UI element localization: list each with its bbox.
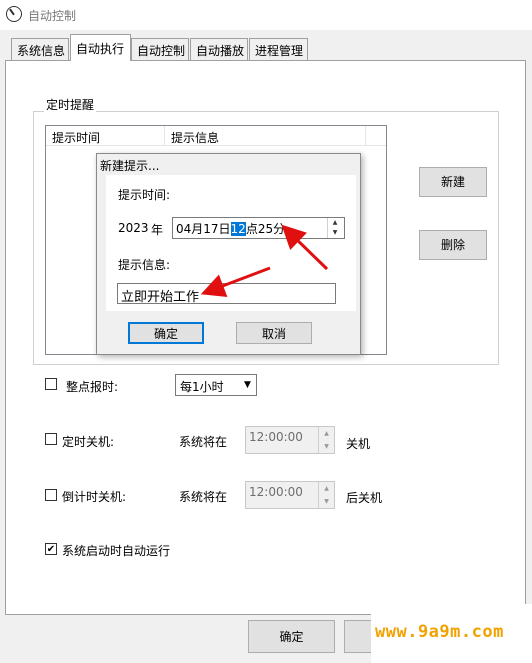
tab-auto-play[interactable]: 自动播放 xyxy=(190,38,248,60)
shutdown-prefix: 系统将在 xyxy=(179,435,228,449)
reminder-group-label: 定时提醒 xyxy=(44,96,97,113)
message-input[interactable]: 立即开始工作 xyxy=(117,283,336,305)
year-unit: 年 xyxy=(151,223,164,237)
shutdown-time-spinner[interactable]: ▲ ▼ xyxy=(318,427,334,453)
shutdown-suffix: 关机 xyxy=(346,437,371,451)
tab-auto-control[interactable]: 自动控制 xyxy=(131,38,189,60)
tab-system-info[interactable]: 系统信息 xyxy=(11,38,69,60)
spin-up-icon[interactable]: ▲ xyxy=(328,218,342,228)
datetime-date-part: 04月17日 xyxy=(176,222,231,236)
dialog-ok-button[interactable]: 确定 xyxy=(128,322,204,344)
countdown-suffix: 后关机 xyxy=(346,491,383,505)
datetime-minute-part: 点25分 xyxy=(245,222,286,236)
countdown-time-spinner[interactable]: ▲ ▼ xyxy=(318,482,334,508)
app-clock-icon xyxy=(6,6,22,22)
spin-down-icon[interactable]: ▼ xyxy=(319,440,334,453)
dialog-message-label: 提示信息: xyxy=(118,258,171,272)
hourly-chime-checkbox[interactable] xyxy=(45,378,57,390)
watermark: www.9a9m.com xyxy=(371,604,532,663)
year-value: 2023 xyxy=(118,221,149,235)
autorun-checkbox[interactable]: ✔ xyxy=(45,543,57,555)
check-mark-icon: ✔ xyxy=(46,544,56,555)
dialog-time-label: 提示时间: xyxy=(118,188,171,202)
spin-up-icon[interactable]: ▲ xyxy=(319,427,334,440)
dropdown-arrow-icon[interactable]: ▼ xyxy=(238,374,257,396)
tab-process-manager[interactable]: 进程管理 xyxy=(249,38,308,60)
spin-down-icon[interactable]: ▼ xyxy=(328,228,342,238)
spin-up-icon[interactable]: ▲ xyxy=(319,482,334,495)
footer-ok-button[interactable]: 确定 xyxy=(248,620,335,653)
column-header-time[interactable]: 提示时间 xyxy=(46,126,165,146)
tab-auto-execute[interactable]: 自动执行 xyxy=(70,34,131,61)
window-title: 自动控制 xyxy=(28,9,77,23)
spin-down-icon[interactable]: ▼ xyxy=(319,495,334,508)
countdown-shutdown-label: 倒计时关机: xyxy=(62,490,127,504)
datetime-hour-selected[interactable]: 12 xyxy=(230,222,246,236)
dialog-title: 新建提示... xyxy=(100,159,160,173)
title-bar xyxy=(0,0,532,30)
delete-button[interactable]: 删除 xyxy=(419,230,487,260)
countdown-prefix: 系统将在 xyxy=(179,490,228,504)
column-header-message[interactable]: 提示信息 xyxy=(165,126,366,146)
scheduled-shutdown-checkbox[interactable] xyxy=(45,433,57,445)
autorun-label: 系统启动时自动运行 xyxy=(62,544,171,558)
datetime-spinner[interactable]: ▲ ▼ xyxy=(327,218,344,238)
datetime-picker[interactable]: 04月17日12点25分 xyxy=(172,217,345,239)
scheduled-shutdown-label: 定时关机: xyxy=(62,435,115,449)
new-button[interactable]: 新建 xyxy=(419,167,487,197)
dialog-cancel-button[interactable]: 取消 xyxy=(236,322,312,344)
hourly-chime-label: 整点报时: xyxy=(66,380,119,394)
countdown-shutdown-checkbox[interactable] xyxy=(45,489,57,501)
